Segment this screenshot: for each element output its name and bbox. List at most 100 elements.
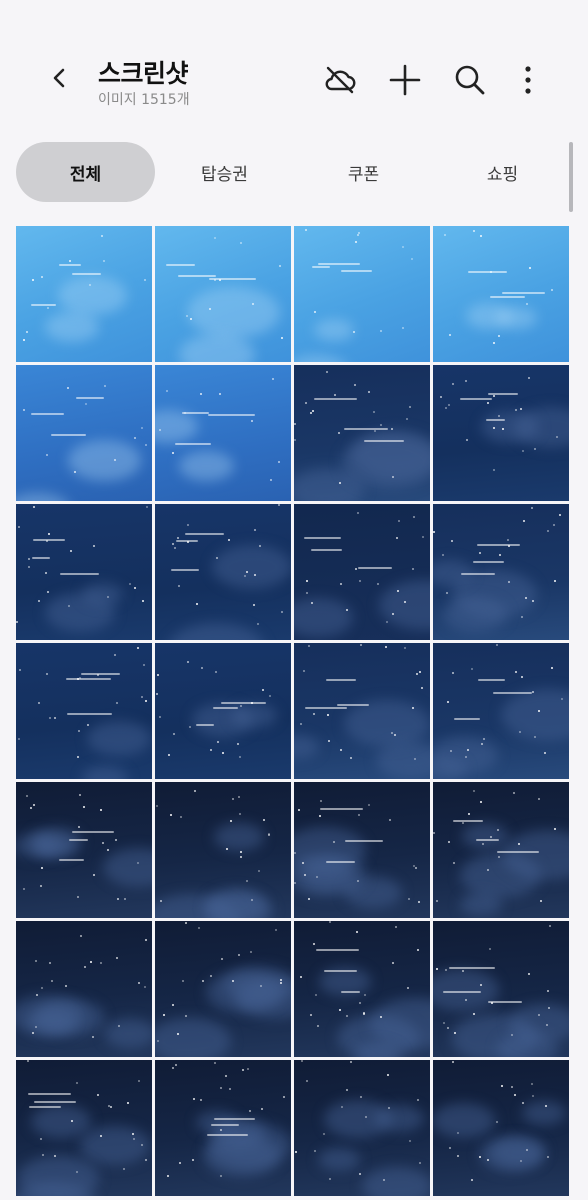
- star-dot: [261, 1107, 264, 1110]
- star-dot: [304, 228, 307, 231]
- screenshot-thumbnail[interactable]: [294, 643, 430, 779]
- star-dot: [239, 855, 242, 858]
- star-dot: [279, 978, 282, 981]
- caption-line: [28, 1092, 72, 1095]
- screenshot-thumbnail[interactable]: [16, 504, 152, 640]
- star-dot: [48, 532, 51, 535]
- caption-line: [30, 304, 56, 307]
- star-dot: [92, 545, 95, 548]
- star-dot: [248, 1109, 251, 1112]
- star-dot: [309, 1013, 312, 1016]
- star-dot: [267, 833, 270, 836]
- caption-line: [341, 270, 372, 273]
- screenshot-thumbnail[interactable]: [294, 1060, 430, 1196]
- star-dot: [46, 306, 49, 309]
- star-dot: [526, 302, 529, 305]
- star-dot: [345, 1014, 348, 1017]
- star-dot: [401, 327, 404, 330]
- star-dot: [280, 611, 283, 614]
- star-dot: [329, 1177, 332, 1180]
- back-button[interactable]: [40, 58, 80, 98]
- star-dot: [239, 813, 242, 816]
- screenshot-thumbnail[interactable]: [433, 921, 569, 1057]
- cloud-sync-button[interactable]: [318, 58, 362, 102]
- star-dot: [528, 972, 531, 975]
- screenshot-thumbnail[interactable]: [16, 226, 152, 362]
- caption-line: [345, 840, 384, 843]
- star-dot: [277, 461, 280, 464]
- star-dot: [110, 1106, 113, 1109]
- star-dot: [456, 1154, 459, 1157]
- star-dot: [279, 264, 282, 267]
- caption-line: [69, 838, 88, 841]
- star-dot: [339, 748, 342, 751]
- cloud-shape: [376, 742, 430, 779]
- star-dot: [38, 701, 41, 704]
- screenshot-thumbnail[interactable]: [294, 921, 430, 1057]
- cloud-shape: [17, 1156, 100, 1196]
- tab-all[interactable]: 전체: [16, 142, 155, 202]
- star-dot: [213, 236, 216, 239]
- star-dot: [50, 979, 53, 982]
- star-dot: [511, 1085, 514, 1088]
- more-vert-icon: [525, 66, 531, 94]
- cloud-shape: [81, 766, 128, 779]
- screenshot-thumbnail[interactable]: [294, 365, 430, 501]
- star-dot: [492, 342, 495, 345]
- search-icon: [455, 65, 485, 95]
- star-dot: [157, 674, 160, 677]
- screenshot-thumbnail[interactable]: [433, 226, 569, 362]
- star-dot: [278, 504, 281, 507]
- screenshot-thumbnail[interactable]: [294, 504, 430, 640]
- star-dot: [447, 840, 450, 843]
- screenshot-thumbnail[interactable]: [16, 782, 152, 918]
- star-dot: [316, 875, 319, 878]
- star-dot: [144, 700, 147, 703]
- screenshot-thumbnail[interactable]: [155, 226, 291, 362]
- screenshot-thumbnail[interactable]: [16, 365, 152, 501]
- screenshot-thumbnail[interactable]: [155, 782, 291, 918]
- caption-line: [476, 839, 499, 842]
- star-dot: [25, 795, 28, 798]
- screenshot-thumbnail[interactable]: [294, 782, 430, 918]
- chevron-left-icon: [53, 68, 65, 88]
- screenshot-thumbnail[interactable]: [155, 365, 291, 501]
- search-button[interactable]: [448, 58, 492, 102]
- screenshot-thumbnail[interactable]: [16, 921, 152, 1057]
- star-dot: [218, 392, 221, 395]
- screenshot-thumbnail[interactable]: [433, 1060, 569, 1196]
- star-dot: [419, 671, 422, 674]
- screenshot-thumbnail[interactable]: [16, 643, 152, 779]
- screenshot-thumbnail[interactable]: [294, 226, 430, 362]
- star-dot: [41, 986, 44, 989]
- scrollbar[interactable]: [569, 142, 573, 212]
- caption-line: [325, 679, 357, 682]
- tab-coupon[interactable]: 쿠폰: [294, 142, 433, 202]
- star-dot: [176, 537, 179, 540]
- screenshot-thumbnail[interactable]: [433, 504, 569, 640]
- screenshot-thumbnail[interactable]: [155, 1060, 291, 1196]
- cloud-shape: [168, 623, 266, 640]
- screenshot-thumbnail[interactable]: [16, 1060, 152, 1196]
- cloud-shape: [212, 545, 291, 590]
- star-dot: [115, 838, 118, 841]
- star-dot: [123, 898, 126, 901]
- screenshot-thumbnail[interactable]: [155, 921, 291, 1057]
- screenshot-thumbnail[interactable]: [155, 643, 291, 779]
- star-dot: [162, 1014, 165, 1017]
- star-dot: [238, 795, 241, 798]
- screenshot-thumbnail[interactable]: [433, 643, 569, 779]
- more-options-button[interactable]: [506, 58, 550, 102]
- screenshot-thumbnail[interactable]: [155, 504, 291, 640]
- tab-shopping[interactable]: 쇼핑: [433, 142, 572, 202]
- tab-boarding-pass[interactable]: 탑승권: [155, 142, 294, 202]
- star-dot: [486, 402, 489, 405]
- screenshot-thumbnail[interactable]: [433, 365, 569, 501]
- star-dot: [305, 401, 308, 404]
- add-button[interactable]: [383, 58, 427, 102]
- screenshot-thumbnail[interactable]: [433, 782, 569, 918]
- caption-line: [460, 573, 495, 576]
- star-dot: [171, 1066, 174, 1069]
- star-dot: [247, 1067, 250, 1070]
- star-dot: [158, 716, 161, 719]
